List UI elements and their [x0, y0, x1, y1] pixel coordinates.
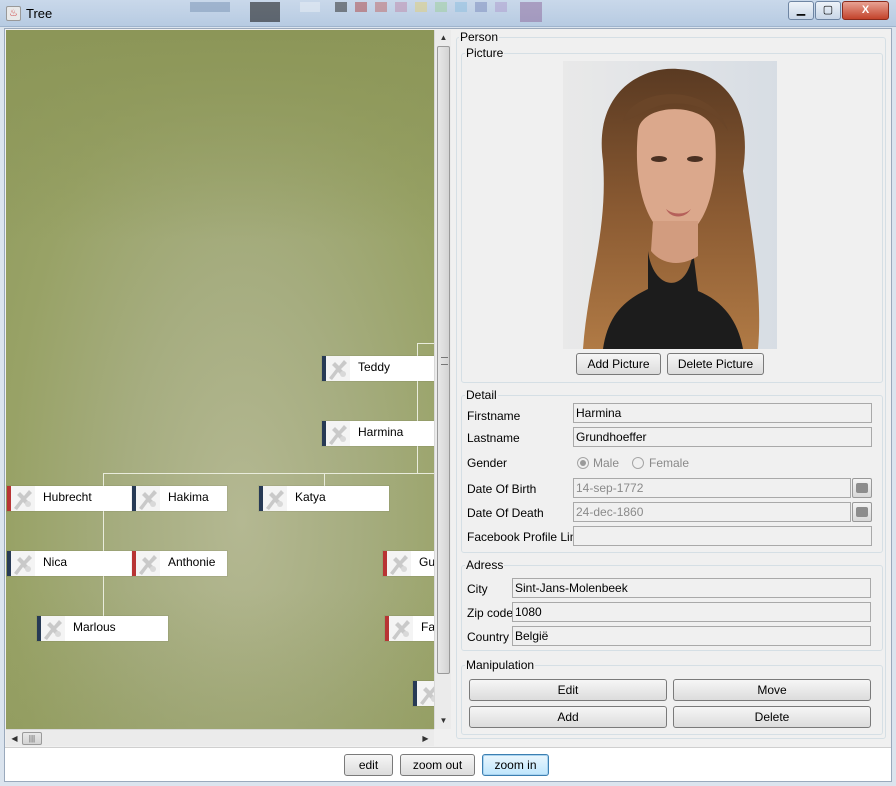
person-title: Person [459, 30, 500, 44]
person-node[interactable]: Katya [259, 486, 389, 511]
edit-mode-button[interactable]: edit [344, 754, 393, 776]
tree-connector [103, 473, 434, 474]
zip-code-field[interactable]: 1080 [512, 602, 871, 622]
gender-label: Gender [467, 456, 508, 470]
person-node[interactable]: Hubrecht [7, 486, 132, 511]
scroll-down-icon[interactable]: ▼ [437, 714, 450, 727]
move-person-button[interactable]: Move [673, 679, 871, 701]
delete-picture-button[interactable]: Delete Picture [667, 353, 764, 375]
person-node[interactable]: Fa [385, 616, 434, 641]
avatar-placeholder-icon [11, 486, 35, 511]
tree-horizontal-scrollbar[interactable]: ◀ ||| ▶ [6, 729, 434, 746]
person-node-name: Fa [421, 620, 434, 634]
zip-code-label: Zip code [467, 606, 514, 620]
tree-connector [103, 575, 104, 617]
avatar-placeholder-icon [387, 551, 411, 576]
person-node-name: Hakima [168, 490, 209, 504]
tree-connector [324, 473, 325, 487]
gender-male-label: Male [593, 456, 620, 470]
country-label: Country [467, 630, 510, 644]
scroll-left-icon[interactable]: ◀ [8, 732, 21, 745]
person-node-name: Anthonie [168, 555, 216, 569]
country-field[interactable]: België [512, 626, 871, 646]
avatar-placeholder-icon [389, 616, 413, 641]
avatar-placeholder-icon [263, 486, 287, 511]
person-node[interactable]: Teddy [322, 356, 434, 381]
zoom-out-button[interactable]: zoom out [400, 754, 475, 776]
manipulation-section-label: Manipulation [465, 658, 536, 672]
lastname-label: Lastname [467, 431, 520, 445]
horizontal-scroll-thumb[interactable]: ||| [22, 732, 42, 745]
tree-vertical-scrollbar[interactable]: ▲ ▼ [434, 30, 451, 729]
grip-icon [441, 357, 448, 365]
city-label: City [467, 582, 488, 596]
firstname-field[interactable]: Harmina [573, 403, 872, 423]
calendar-icon[interactable] [852, 502, 872, 522]
avatar-placeholder-icon [136, 486, 160, 511]
java-app-icon: ♨ [6, 6, 21, 21]
person-node-name: Marlous [73, 620, 116, 634]
tree-connector [417, 343, 434, 344]
person-node-name: Harmina [358, 425, 404, 439]
window-title: Tree [26, 6, 53, 21]
scroll-right-icon[interactable]: ▶ [419, 732, 432, 745]
vertical-scroll-thumb[interactable] [437, 46, 450, 674]
date-of-death-field[interactable]: 24-dec-1860 [573, 502, 851, 522]
firstname-label: Firstname [467, 409, 521, 423]
avatar-placeholder-icon [326, 421, 350, 446]
tree-canvas[interactable]: Teddy Harmina Hubrecht Hakima Katya Nica [6, 30, 434, 729]
maximize-button[interactable]: ▢ [815, 1, 841, 20]
date-of-birth-label: Date Of Birth [467, 482, 537, 496]
person-node-name: Nica [43, 555, 68, 569]
facebook-link-field[interactable] [573, 526, 872, 546]
main-frame: Teddy Harmina Hubrecht Hakima Katya Nica [4, 28, 892, 782]
tree-connector [103, 473, 104, 487]
avatar-placeholder-icon [136, 551, 160, 576]
tree-connector [103, 510, 104, 552]
person-node-name: Katya [295, 490, 326, 504]
person-panel: Person Picture Add Picture Delete Pictur… [454, 29, 890, 745]
city-field[interactable]: Sint-Jans-Molenbeek [512, 578, 871, 598]
person-node[interactable]: Harmina [322, 421, 434, 446]
person-node[interactable]: Marlous [37, 616, 168, 641]
gender-male-radio[interactable] [577, 457, 589, 469]
title-bar: ♨ Tree ▁ ▢ X [0, 0, 896, 27]
avatar-placeholder-icon [41, 616, 65, 641]
gender-female-radio[interactable] [632, 457, 644, 469]
person-node[interactable]: Hakima [132, 486, 227, 511]
close-button[interactable]: X [842, 1, 889, 20]
person-photo [563, 61, 777, 349]
person-node[interactable]: Nica [7, 551, 132, 576]
person-node-name: Hubrecht [43, 490, 92, 504]
scroll-up-icon[interactable]: ▲ [437, 31, 450, 44]
picture-section-label: Picture [465, 46, 505, 60]
person-node[interactable] [413, 681, 434, 706]
calendar-icon[interactable] [852, 478, 872, 498]
avatar-placeholder-icon [11, 551, 35, 576]
taskbar-strip-decoration [190, 0, 610, 26]
add-picture-button[interactable]: Add Picture [576, 353, 661, 375]
date-of-birth-field[interactable]: 14-sep-1772 [573, 478, 851, 498]
person-node[interactable]: Anthonie [132, 551, 227, 576]
avatar-placeholder-icon [417, 681, 434, 706]
person-node[interactable]: Gus [383, 551, 434, 576]
person-node-name: Gus [419, 555, 434, 569]
add-person-button[interactable]: Add [469, 706, 667, 728]
bottom-toolbar: edit zoom out zoom in [5, 747, 891, 781]
date-of-death-label: Date Of Death [467, 506, 544, 520]
gender-female-label: Female [649, 456, 690, 470]
address-section-label: Adress [465, 558, 505, 572]
zoom-in-button[interactable]: zoom in [482, 754, 549, 776]
lastname-field[interactable]: Grundhoeffer [573, 427, 872, 447]
edit-person-button[interactable]: Edit [469, 679, 667, 701]
detail-section-label: Detail [465, 388, 498, 402]
delete-person-button[interactable]: Delete [673, 706, 871, 728]
facebook-link-label: Facebook Profile Link [467, 530, 583, 544]
person-node-name: Teddy [358, 360, 391, 374]
minimize-button[interactable]: ▁ [788, 1, 814, 20]
avatar-placeholder-icon [326, 356, 350, 381]
